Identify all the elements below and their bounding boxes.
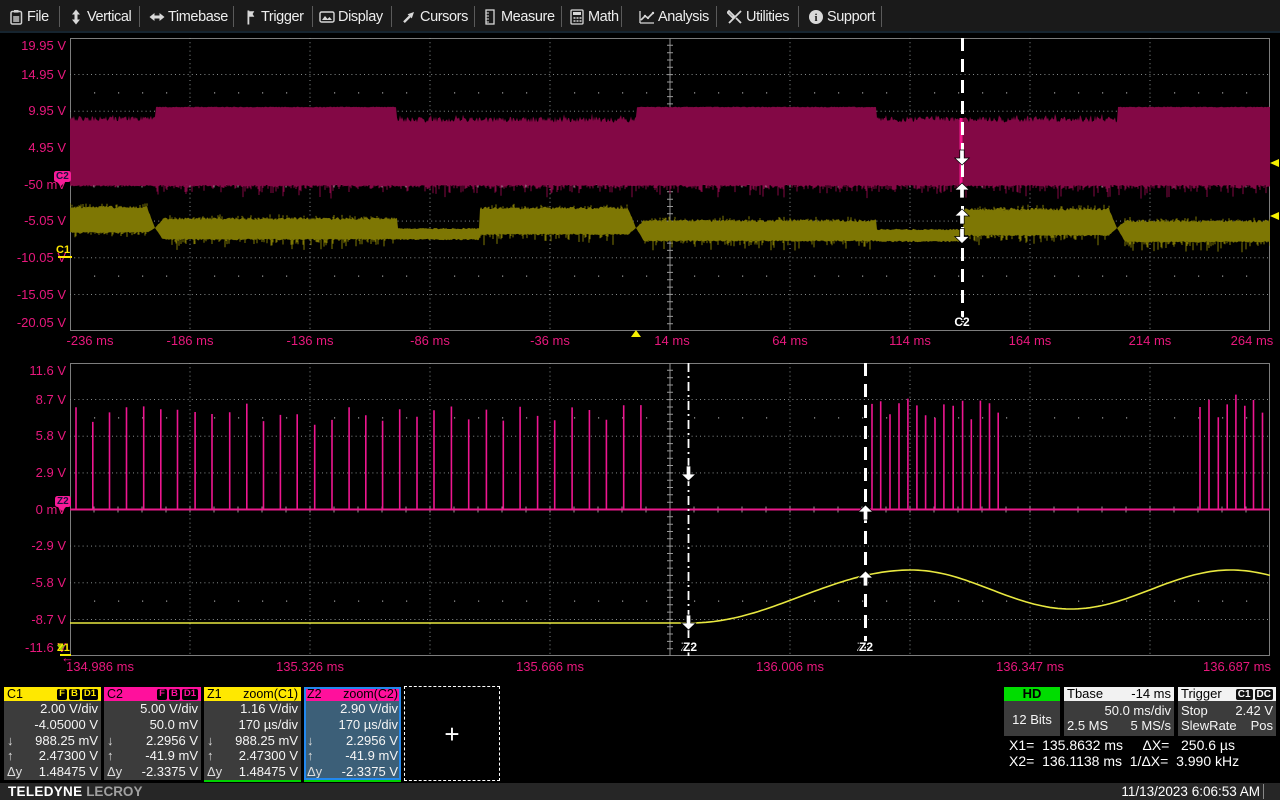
svg-text:i: i [814, 12, 817, 24]
svg-text:C2: C2 [954, 315, 970, 329]
svg-text:Z2: Z2 [859, 640, 873, 654]
svg-text:Z2: Z2 [683, 640, 697, 654]
